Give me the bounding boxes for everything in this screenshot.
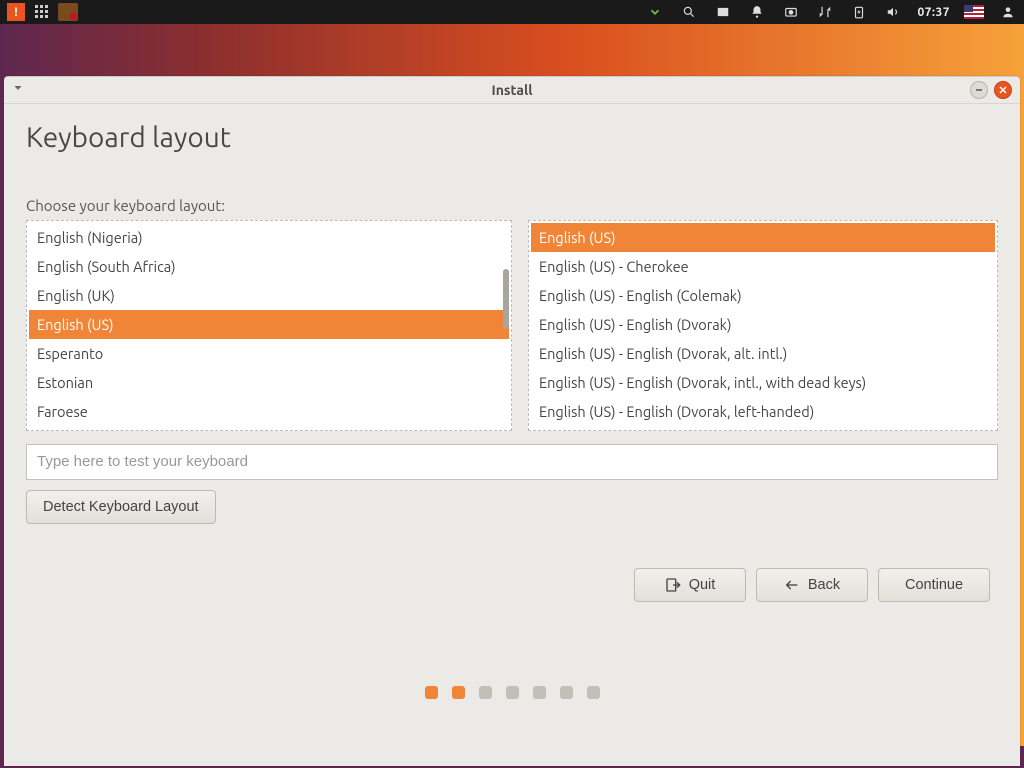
- window-menu-icon[interactable]: [12, 82, 24, 97]
- list-item[interactable]: English (Nigeria): [29, 223, 509, 252]
- battery-icon[interactable]: [849, 2, 869, 22]
- quit-label: Quit: [689, 577, 716, 593]
- progress-dot: [479, 686, 492, 699]
- keyboard-flag-us[interactable]: [964, 2, 984, 22]
- desktop-gradient-top: [0, 24, 1024, 76]
- list-item[interactable]: English (US) - English (Dvorak, left-han…: [531, 397, 995, 426]
- close-button[interactable]: [994, 81, 1012, 99]
- progress-dot: [533, 686, 546, 699]
- camera-icon[interactable]: [781, 2, 801, 22]
- list-item[interactable]: English (US) - Cherokee: [531, 252, 995, 281]
- notifications-icon[interactable]: [747, 2, 767, 22]
- apps-grid-icon[interactable]: [32, 2, 52, 22]
- continue-label: Continue: [905, 577, 963, 593]
- progress-dot: [425, 686, 438, 699]
- installer-window: Install Keyboard layout Choose your keyb…: [4, 76, 1020, 766]
- keyboard-test-input[interactable]: [26, 444, 998, 480]
- dropdown-indicator-icon[interactable]: [645, 2, 665, 22]
- progress-dot: [452, 686, 465, 699]
- top-panel: ! 07:37: [0, 0, 1024, 24]
- progress-dot: [506, 686, 519, 699]
- arrow-left-icon: [784, 577, 800, 593]
- user-icon[interactable]: [998, 2, 1018, 22]
- network-icon[interactable]: [815, 2, 835, 22]
- quit-icon: [665, 577, 681, 593]
- scrollbar-thumb[interactable]: [503, 269, 509, 329]
- list-item[interactable]: English (South Africa): [29, 252, 509, 281]
- launcher-icon[interactable]: !: [6, 2, 26, 22]
- layout-variant-list[interactable]: English (US)English (US) - CherokeeEngli…: [528, 220, 998, 431]
- layout-family-list[interactable]: English (Nigeria)English (South Africa)E…: [26, 220, 512, 431]
- list-item[interactable]: English (UK): [29, 281, 509, 310]
- back-button[interactable]: Back: [756, 568, 868, 602]
- list-item[interactable]: English (US) - English (Colemak): [531, 281, 995, 310]
- window-title: Install: [4, 82, 1020, 98]
- scrollbar[interactable]: [501, 269, 511, 430]
- workspace-icon[interactable]: [713, 2, 733, 22]
- quit-button[interactable]: Quit: [634, 568, 746, 602]
- instruction-label: Choose your keyboard layout:: [26, 197, 998, 214]
- progress-dot: [587, 686, 600, 699]
- list-item[interactable]: Esperanto: [29, 339, 509, 368]
- page-heading: Keyboard layout: [26, 122, 998, 153]
- progress-dots: [26, 686, 998, 699]
- volume-icon[interactable]: [883, 2, 903, 22]
- list-item[interactable]: English (US) - English (Dvorak): [531, 310, 995, 339]
- clock[interactable]: 07:37: [917, 6, 950, 19]
- search-icon[interactable]: [679, 2, 699, 22]
- list-item[interactable]: English (US) - English (Dvorak, intl., w…: [531, 368, 995, 397]
- list-item[interactable]: Faroese: [29, 397, 509, 426]
- detect-keyboard-button[interactable]: Detect Keyboard Layout: [26, 490, 216, 524]
- titlebar: Install: [4, 77, 1020, 104]
- taskbar-app-icon[interactable]: [58, 2, 78, 22]
- list-item[interactable]: English (US) - English (Dvorak, alt. int…: [531, 339, 995, 368]
- progress-dot: [560, 686, 573, 699]
- minimize-button[interactable]: [970, 81, 988, 99]
- list-item[interactable]: Estonian: [29, 368, 509, 397]
- detect-keyboard-label: Detect Keyboard Layout: [43, 499, 199, 515]
- continue-button[interactable]: Continue: [878, 568, 990, 602]
- back-label: Back: [808, 577, 840, 593]
- list-item[interactable]: English (US): [29, 310, 509, 339]
- list-item[interactable]: English (US): [531, 223, 995, 252]
